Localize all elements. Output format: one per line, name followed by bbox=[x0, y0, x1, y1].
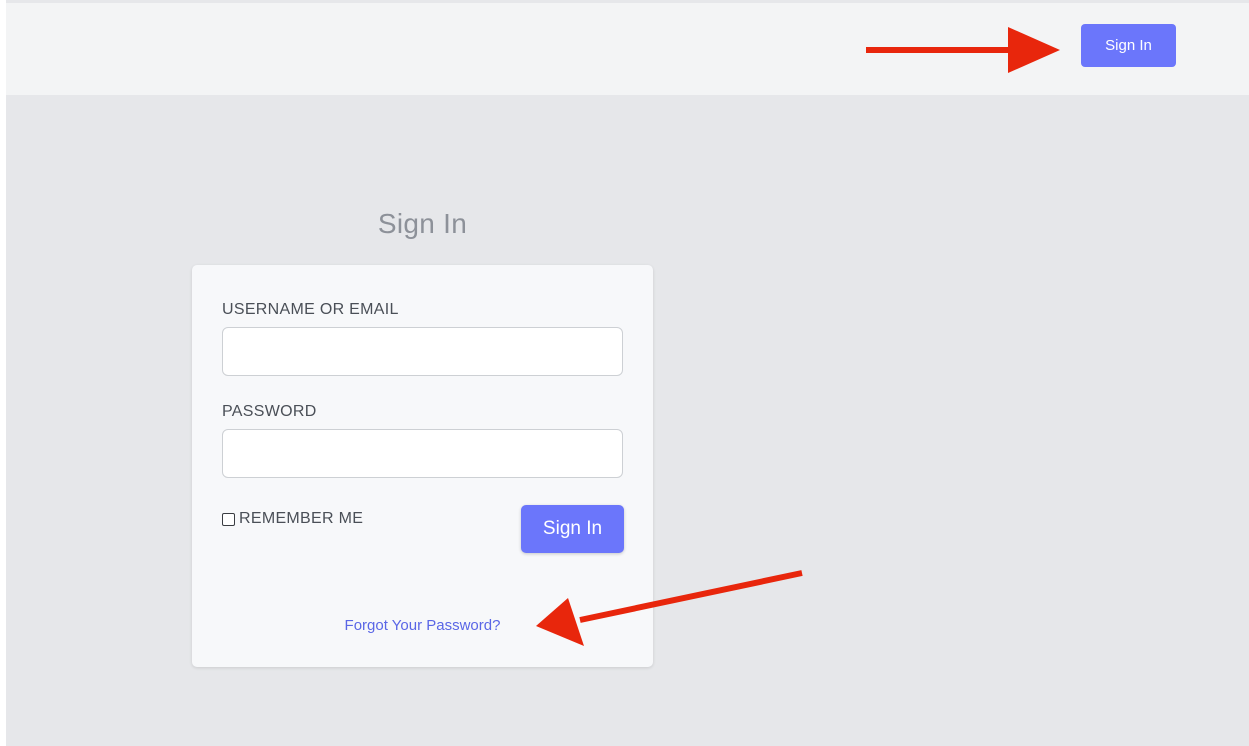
remember-me-option[interactable]: REMEMBER ME bbox=[222, 510, 363, 528]
top-header-bar: Sign In bbox=[6, 3, 1249, 95]
password-label: PASSWORD bbox=[222, 403, 317, 420]
password-input[interactable] bbox=[222, 429, 623, 478]
username-label: USERNAME OR EMAIL bbox=[222, 301, 399, 318]
page-title: Sign In bbox=[377, 208, 468, 239]
page-background: Sign In Sign In USERNAME OR EMAIL PASSWO… bbox=[6, 0, 1249, 746]
username-input[interactable] bbox=[222, 327, 623, 376]
remember-me-label: REMEMBER ME bbox=[239, 510, 364, 527]
header-sign-in-button[interactable]: Sign In bbox=[1081, 24, 1176, 67]
forgot-password-link[interactable]: Forgot Your Password? bbox=[192, 617, 653, 634]
sign-in-submit-button[interactable]: Sign In bbox=[521, 505, 624, 553]
sign-in-card: USERNAME OR EMAIL PASSWORD REMEMBER ME S… bbox=[192, 265, 653, 667]
checkbox-icon[interactable] bbox=[222, 512, 235, 526]
